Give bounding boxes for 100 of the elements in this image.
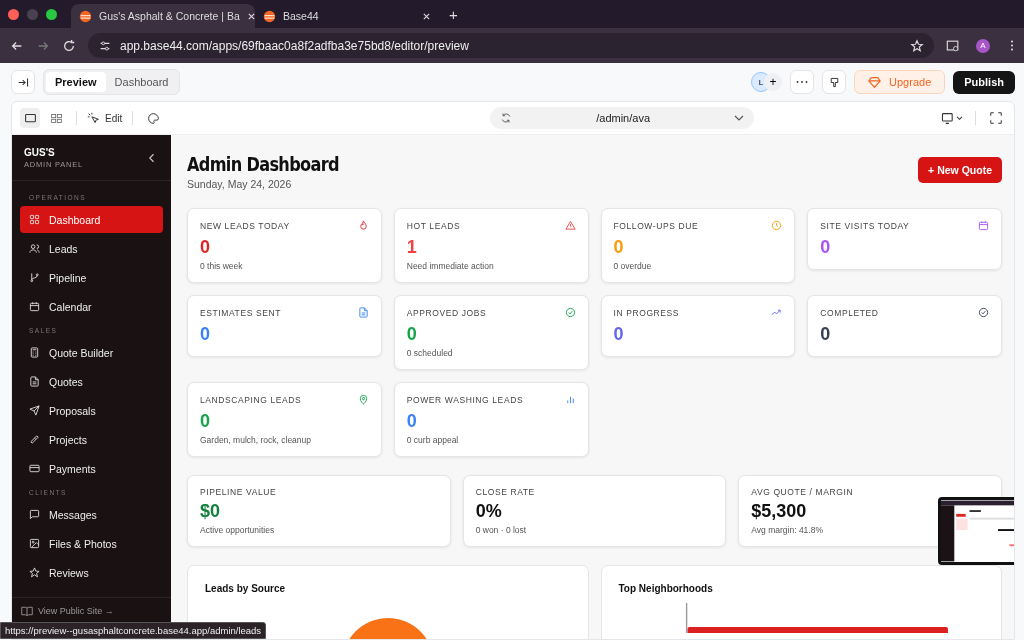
tab-title: Gus's Asphalt & Concrete | Ba (99, 10, 240, 22)
summary-label: CLOSE RATE (475, 487, 536, 497)
invite-button[interactable]: + (764, 73, 783, 91)
desktop-view-button[interactable] (20, 108, 40, 128)
fullscreen-icon (990, 112, 1002, 124)
more-icon (796, 80, 809, 84)
stat-value: 0 (613, 236, 625, 258)
stat-label: HOT LEADS (406, 220, 461, 231)
stat-value: 0 (820, 323, 832, 345)
star-icon (29, 567, 40, 578)
document-icon (357, 307, 369, 318)
site-logo-icon (263, 9, 276, 23)
stat-value: 0 (406, 410, 418, 432)
clock-icon (771, 220, 783, 231)
cursor-click-icon (87, 111, 100, 125)
collapse-panel-button[interactable] (11, 70, 35, 94)
send-icon (29, 405, 40, 416)
stat-value: 1 (406, 236, 418, 258)
trend-icon (771, 307, 783, 318)
stat-value: 0 (200, 323, 211, 345)
stat-value: 0 (820, 236, 832, 258)
refresh-icon (500, 112, 513, 124)
stat-note: Need immediate action (406, 261, 495, 271)
view-public-site-link[interactable]: View Public Site → (21, 605, 114, 617)
stat-note: Garden, mulch, rock, cleanup (200, 435, 313, 445)
sidebar-item[interactable]: Proposals (20, 397, 163, 424)
address-bar[interactable]: app.base44.com/apps/69fbaac0a8f2adfba3e75bd8/editor/preview (88, 33, 934, 58)
book-icon (21, 605, 33, 617)
summary-value: 0% (475, 500, 503, 522)
maximize-window-icon[interactable] (46, 8, 57, 20)
bar-chart-icon (564, 394, 576, 405)
status-url-tooltip: https://preview--gusasphaltconcrete.base44.app/admin/leads (0, 622, 267, 639)
pin-icon (357, 394, 369, 405)
summary-value: $0 (200, 500, 222, 522)
card-icon (29, 463, 40, 474)
site-settings-icon[interactable] (98, 38, 112, 53)
sidebar-item[interactable]: Payments (20, 455, 163, 482)
chart-title: Leads by Source (205, 583, 287, 594)
stat-value: 0 (200, 410, 211, 432)
sidebar-item[interactable]: Leads (20, 235, 163, 262)
menu-icon[interactable] (1010, 39, 1014, 52)
page-date: Sunday, May 24, 2026 (187, 178, 293, 190)
monitor-icon (23, 111, 37, 125)
github-button[interactable] (822, 70, 847, 94)
palette-icon (146, 111, 160, 125)
stat-note: 0 scheduled (406, 348, 454, 358)
stat-note: 0 curb appeal (406, 435, 460, 445)
stat-label: POWER WASHING LEADS (406, 394, 524, 405)
sidebar-item[interactable]: Pipeline (20, 264, 163, 291)
sidebar-item[interactable]: Quotes (20, 368, 163, 395)
view-tab[interactable]: Preview (46, 72, 106, 92)
stat-label: ESTIMATES SENT (200, 307, 281, 318)
summary-note: Active opportunities (200, 525, 276, 535)
stat-label: IN PROGRESS (613, 307, 680, 318)
sidebar-item[interactable]: Files & Photos (20, 530, 163, 557)
grid-icon (29, 214, 40, 225)
stat-note: 0 this week (200, 261, 244, 271)
collapse-icon[interactable] (149, 152, 155, 163)
view-tab[interactable]: Dashboard (105, 72, 178, 92)
bookmark-star-icon[interactable] (910, 38, 924, 53)
stat-label: COMPLETED (820, 307, 879, 318)
route-selector[interactable]: /admin/ava (490, 107, 755, 129)
sidebar-item[interactable]: Calendar (20, 293, 163, 320)
diamond-icon (868, 75, 882, 89)
document-icon (29, 376, 40, 387)
sidebar-item[interactable]: Reviews (20, 559, 163, 586)
tab-search-icon[interactable] (946, 38, 960, 53)
browser-tab[interactable]: Base44 (255, 4, 439, 28)
calendar-icon (29, 301, 40, 312)
profile-avatar[interactable]: A (976, 38, 990, 53)
edit-button[interactable]: Edit (87, 111, 123, 125)
summary-label: PIPELINE VALUE (200, 487, 278, 497)
stat-label: NEW LEADS TODAY (200, 220, 290, 231)
reload-icon[interactable] (62, 38, 76, 53)
sidebar-item[interactable]: Dashboard (20, 206, 163, 233)
stat-value: 0 (200, 236, 211, 258)
summary-value: $5,300 (751, 500, 808, 522)
stat-value: 0 (613, 323, 625, 345)
stat-label: APPROVED JOBS (406, 307, 487, 318)
close-window-icon[interactable] (8, 8, 19, 20)
new-quote-button[interactable]: + New Quote (918, 157, 1002, 183)
publish-button[interactable]: Publish (953, 70, 1015, 94)
stat-label: SITE VISITS TODAY (820, 220, 910, 231)
close-icon[interactable] (422, 11, 431, 21)
sidebar-item[interactable]: Messages (20, 501, 163, 528)
sidebar-item[interactable]: Projects (20, 426, 163, 453)
stat-value: 0 (406, 323, 418, 345)
chart-title: Top Neighborhoods (618, 583, 714, 594)
tab-title: Base44 (283, 10, 320, 22)
image-icon (29, 538, 40, 549)
calendar-icon (978, 220, 989, 231)
sidebar-item[interactable]: Quote Builder (20, 339, 163, 366)
chevron-down-icon (734, 115, 745, 121)
collapse-icon (16, 75, 30, 89)
chat-icon (29, 509, 40, 520)
browser-tab[interactable]: Gus's Asphalt & Concrete | Ba (71, 4, 255, 28)
stat-label: LANDSCAPING LEADS (200, 394, 302, 405)
calculator-icon (29, 347, 40, 358)
close-icon[interactable] (246, 11, 256, 21)
new-tab-button[interactable]: + (449, 5, 458, 23)
